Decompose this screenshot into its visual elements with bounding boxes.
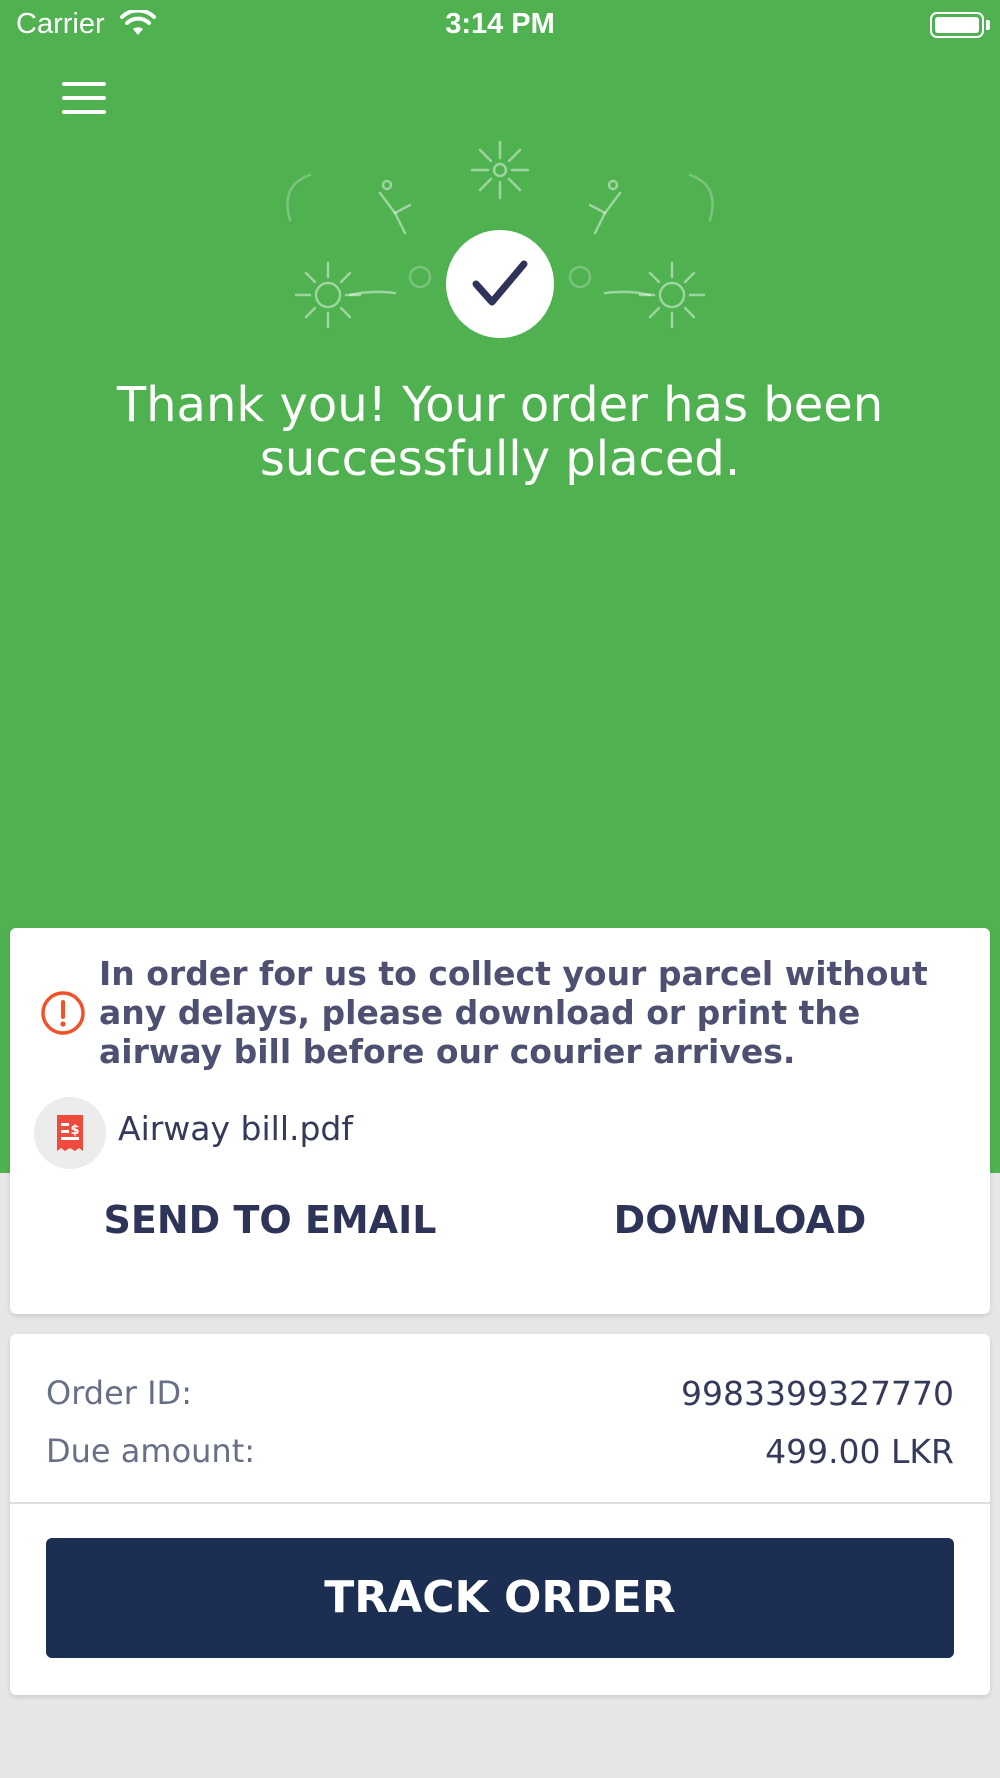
svg-text:$: $ <box>70 1123 79 1138</box>
due-amount-value: 499.00 LKR <box>765 1432 954 1471</box>
hamburger-menu-icon[interactable] <box>54 80 114 120</box>
receipt-icon: $ <box>34 1097 106 1169</box>
order-id-label: Order ID: <box>46 1374 192 1412</box>
success-message: Thank you! Your order has been successfu… <box>116 377 884 487</box>
success-checkmark-badge <box>446 230 554 338</box>
divider <box>10 1502 990 1504</box>
airway-bill-card: In order for us to collect your parcel w… <box>10 928 990 1314</box>
order-id-value: 9983399327770 <box>681 1374 954 1413</box>
send-to-email-button[interactable]: SEND TO EMAIL <box>70 1190 470 1250</box>
airway-bill-notice: In order for us to collect your parcel w… <box>99 954 928 1071</box>
alert-circle-icon <box>40 990 86 1041</box>
order-summary-card: Order ID: 9983399327770 Due amount: 499.… <box>10 1334 990 1695</box>
due-amount-label: Due amount: <box>46 1432 256 1470</box>
airway-bill-file-link[interactable]: Airway bill.pdf <box>118 1109 353 1148</box>
clock-time: 3:14 PM <box>445 8 555 40</box>
battery-tip <box>986 20 990 30</box>
download-button[interactable]: DOWNLOAD <box>540 1190 940 1250</box>
checkmark-icon <box>472 260 528 306</box>
battery-icon <box>930 12 984 38</box>
status-bar: Carrier 3:14 PM <box>0 0 1000 50</box>
track-order-button[interactable]: TRACK ORDER <box>46 1538 954 1658</box>
